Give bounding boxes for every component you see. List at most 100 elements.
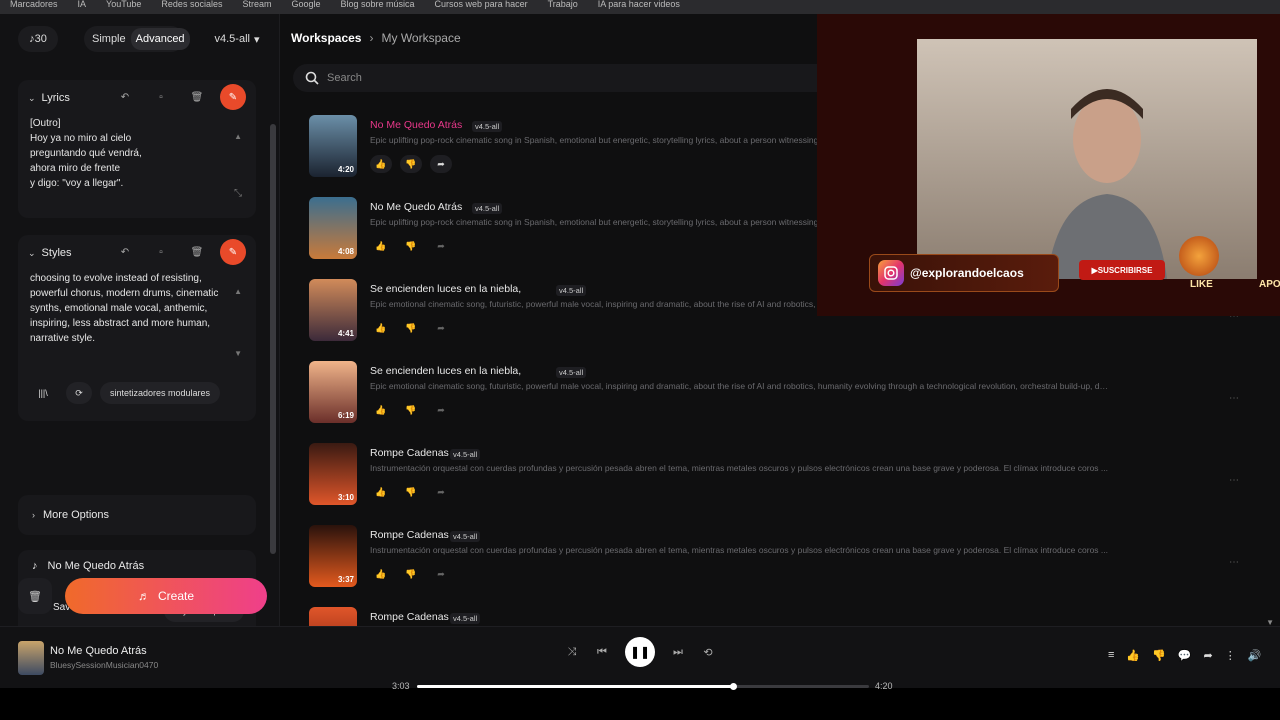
volume-icon[interactable]: 🔊 [1248, 649, 1262, 662]
song-title[interactable]: No Me Quedo Atrás [370, 119, 462, 131]
trash-icon[interactable]: 🗑 [184, 84, 210, 110]
undo-icon[interactable]: ↶ [112, 239, 138, 265]
styles-header[interactable]: ⌄ Styles ↶ ▫ 🗑 ✎ [18, 235, 256, 271]
undo-icon[interactable]: ↶ [112, 84, 138, 110]
comment-icon[interactable]: 💬 [1178, 649, 1192, 662]
song-title[interactable]: No Me Quedo Atrás [370, 201, 462, 213]
style-tag-chip[interactable]: sintetizadores modulares [100, 382, 220, 404]
mode-advanced-button[interactable]: Advanced [130, 28, 190, 50]
more-options[interactable]: › More Options [18, 495, 256, 535]
share-icon[interactable]: ➦ [430, 483, 452, 501]
queue-icon[interactable]: ≡ [1108, 649, 1114, 662]
share-icon[interactable]: ➦ [430, 319, 452, 337]
more-options-icon[interactable]: ⋯ [1229, 475, 1239, 486]
scroll-up-icon[interactable]: ▲ [234, 132, 242, 141]
thumbs-up-icon[interactable]: 👍 [1126, 649, 1140, 662]
more-options-icon[interactable]: ⋯ [1229, 393, 1239, 404]
song-cover[interactable]: 4:41 [309, 279, 357, 341]
copy-icon[interactable]: ▫ [148, 84, 174, 110]
styles-textarea[interactable]: choosing to evolve instead of resisting,… [18, 271, 256, 346]
song-row[interactable]: 6:19 Se encienden luces en la niebla, v4.5… [309, 361, 1249, 431]
thumbs-down-icon[interactable]: 👎 [400, 565, 422, 583]
now-playing-title[interactable]: No Me Quedo Atrás [50, 645, 147, 657]
bookmark-item[interactable]: Stream [242, 0, 271, 9]
share-icon[interactable]: ➦ [430, 237, 452, 255]
thumbs-down-icon[interactable]: 👎 [400, 483, 422, 501]
share-icon[interactable]: ➦ [430, 155, 452, 173]
song-title[interactable]: Se encienden luces en la niebla, [370, 365, 521, 377]
song-title[interactable]: Rompe Cadenas [370, 447, 449, 459]
mode-simple-button[interactable]: Simple [87, 28, 131, 50]
share-icon[interactable]: ➦ [430, 565, 452, 583]
search-bar[interactable] [293, 64, 853, 92]
thumbs-down-icon[interactable]: 👎 [1152, 649, 1166, 662]
now-playing-artist[interactable]: BluesySessionMusician0470 [50, 660, 158, 670]
more-vertical-icon[interactable]: ⋮ [1225, 649, 1236, 662]
song-name-row[interactable]: ♪ No Me Quedo Atrás [32, 560, 144, 572]
pause-button[interactable]: ❚❚ [625, 637, 655, 667]
song-title[interactable]: Se encienden luces en la niebla, [370, 283, 521, 295]
lyrics-header[interactable]: ⌄ Lyrics ↶ ▫ 🗑 ✎ [18, 80, 256, 116]
bookmark-item[interactable]: Google [291, 0, 320, 9]
progress-knob[interactable] [730, 683, 738, 690]
search-input[interactable] [327, 72, 807, 84]
magic-wand-icon[interactable]: ✎ [220, 84, 246, 110]
bookmark-item[interactable]: IA [78, 0, 87, 9]
refresh-icon[interactable]: ⟳ [66, 382, 92, 404]
song-title[interactable]: Rompe Cadenas [370, 611, 449, 623]
thumbs-up-icon[interactable]: 👍 [370, 565, 392, 583]
create-button[interactable]: ♬ Create [65, 578, 267, 614]
previous-icon[interactable]: ⏮ [595, 646, 609, 659]
share-icon[interactable]: ➦ [1204, 649, 1213, 662]
magic-wand-icon[interactable]: ✎ [220, 239, 246, 265]
progress-bar[interactable] [417, 683, 869, 690]
trash-icon[interactable]: 🗑 [184, 239, 210, 265]
bookmark-item[interactable]: IA para hacer videos [598, 0, 680, 9]
share-icon[interactable]: ➦ [430, 401, 452, 419]
now-playing-cover[interactable] [18, 641, 44, 675]
song-title[interactable]: Rompe Cadenas [370, 529, 449, 541]
song-cover[interactable]: 3:37 [309, 525, 357, 587]
copy-icon[interactable]: ▫ [148, 239, 174, 265]
song-cover[interactable]: 4:20 [309, 115, 357, 177]
thumbs-up-icon[interactable]: 👍 [370, 155, 392, 173]
thumbs-up-icon[interactable]: 👍 [370, 237, 392, 255]
thumbs-up-icon[interactable]: 👍 [370, 401, 392, 419]
lyrics-textarea[interactable]: [Outro] Hoy ya no miro al cielo pregunta… [18, 116, 256, 191]
thumbs-down-icon[interactable]: 👎 [400, 401, 422, 419]
version-dropdown[interactable]: v4.5-all ▾ [208, 26, 266, 52]
scroll-down-icon[interactable]: ▼ [234, 349, 242, 358]
song-cover[interactable]: 4:08 [309, 197, 357, 259]
bookmark-item[interactable]: Redes sociales [161, 0, 222, 9]
thumbs-up-icon[interactable]: 👍 [370, 483, 392, 501]
scrollbar-thumb[interactable] [270, 124, 276, 554]
song-row[interactable]: 3:10 Rompe Cadenas v4.5-all Instrumentación… [309, 443, 1249, 513]
song-description: Instrumentación orquestal con cuerdas pr… [370, 463, 1109, 473]
library-icon[interactable]: |||\ [28, 382, 58, 404]
like-thumb-icon [1179, 236, 1219, 276]
thumbs-down-icon[interactable]: 👎 [400, 237, 422, 255]
bookmark-item[interactable]: Cursos web para hacer [435, 0, 528, 9]
bookmark-item[interactable]: Blog sobre música [341, 0, 415, 9]
bookmark-item[interactable]: YouTube [106, 0, 141, 9]
thumbs-down-icon[interactable]: 👎 [400, 319, 422, 337]
thumbs-down-icon[interactable]: 👎 [400, 155, 422, 173]
song-cover[interactable]: 6:19 [309, 361, 357, 423]
thumbs-up-icon[interactable]: 👍 [370, 319, 392, 337]
song-duration: 3:37 [337, 575, 354, 584]
song-cover[interactable]: 3:10 [309, 443, 357, 505]
credits-badge[interactable]: ♪ 30 [18, 26, 58, 52]
bookmark-item[interactable]: Trabajo [548, 0, 578, 9]
scroll-up-icon[interactable]: ▲ [234, 287, 242, 296]
create-scrollbar[interactable] [270, 64, 276, 564]
clear-button[interactable]: 🗑 [18, 578, 52, 614]
next-icon[interactable]: ⏭ [671, 646, 685, 659]
repeat-icon[interactable]: ⟲ [701, 646, 715, 659]
more-options-icon[interactable]: ⋯ [1229, 557, 1239, 568]
shuffle-icon[interactable]: ⤨ [565, 646, 579, 659]
song-row[interactable]: 3:37 Rompe Cadenas v4.5-all Instrumentación… [309, 525, 1249, 595]
expand-icon[interactable]: ⤡ [234, 188, 242, 199]
bookmark-item[interactable]: Marcadores [10, 0, 58, 9]
breadcrumb-root[interactable]: Workspaces [291, 31, 361, 45]
search-icon [305, 71, 319, 85]
